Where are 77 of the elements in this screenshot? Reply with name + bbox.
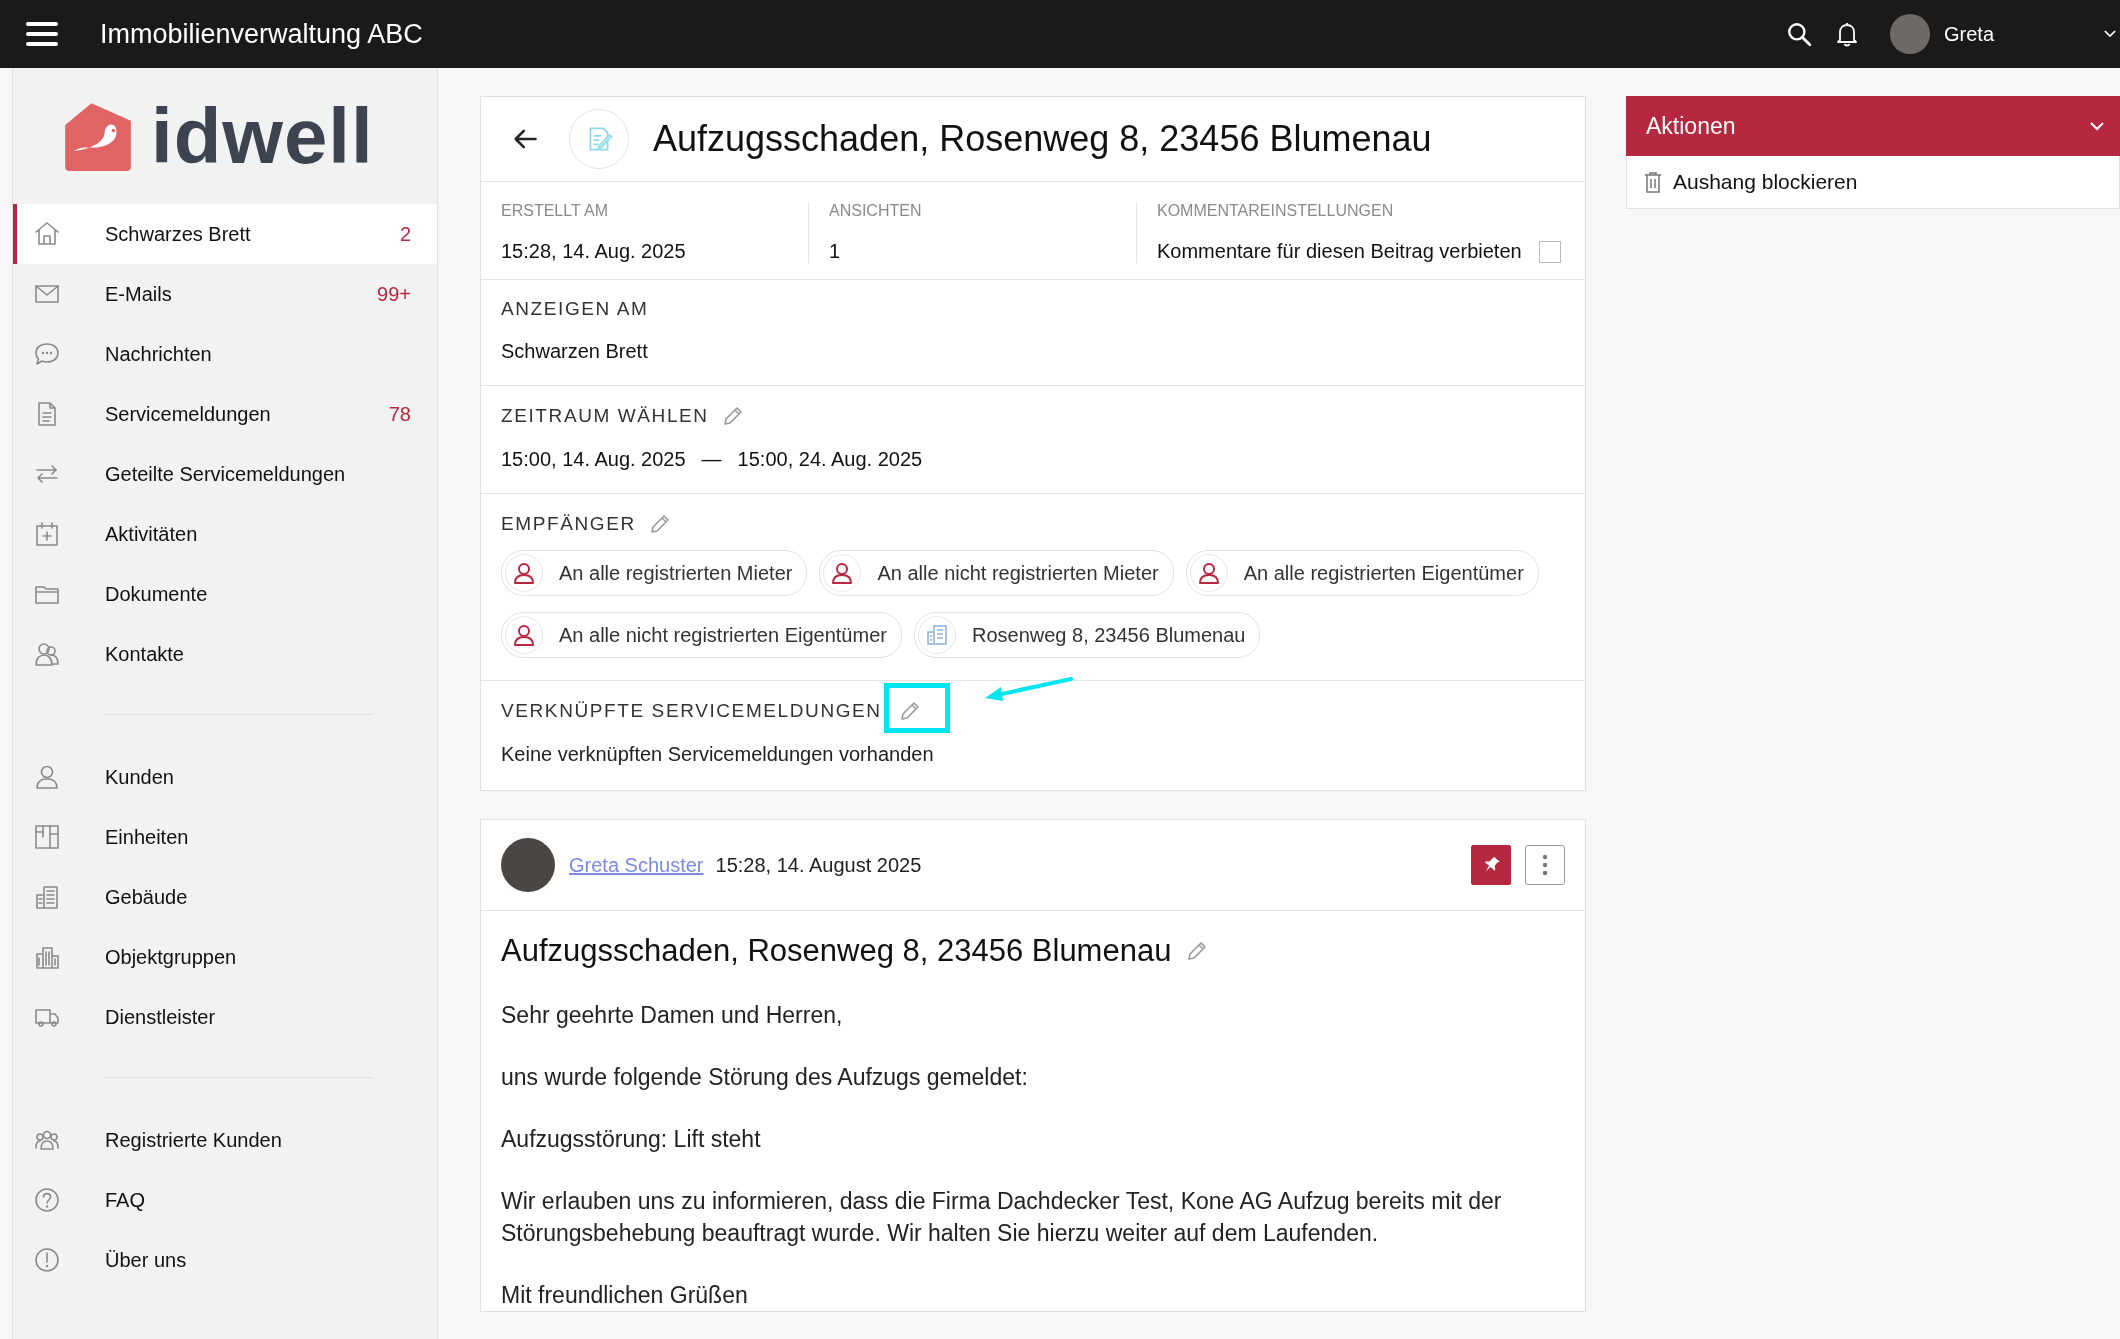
highlight-box <box>883 683 950 733</box>
building-icon <box>924 623 949 647</box>
sidebar-item[interactable]: Nachrichten <box>13 324 437 384</box>
recipient-chip: An alle nicht registrierten Eigentümer <box>501 612 902 658</box>
post-time: 15:28, 14. August 2025 <box>715 853 922 877</box>
post-paragraph: Mit freundlichen Grüßen <box>501 1281 749 1310</box>
sidebar-item[interactable]: Objektgruppen <box>13 927 437 987</box>
more-vertical-icon <box>1542 853 1548 877</box>
section-value: Schwarzen Brett <box>501 340 649 363</box>
meta-value: 15:28, 14. Aug. 2025 <box>501 240 687 263</box>
person-icon <box>512 623 536 647</box>
calendar-plus-icon <box>33 520 61 548</box>
empty-state-text: Keine verknüpften Servicemeldungen vorhanden <box>501 743 935 766</box>
meta-label: KOMMENTAREINSTELLUNGEN <box>1157 202 1395 220</box>
meta-label: ANSICHTEN <box>829 202 923 220</box>
trash-icon <box>1643 171 1663 193</box>
sidebar-item[interactable]: Registrierte Kunden <box>13 1110 437 1170</box>
checkbox[interactable] <box>1539 240 1561 263</box>
more-options-button[interactable] <box>1525 845 1565 885</box>
person-icon <box>512 561 536 585</box>
bell-icon[interactable] <box>1834 21 1860 47</box>
house-icon <box>33 220 61 248</box>
bird-house-logo-icon <box>63 101 133 171</box>
author-avatar <box>501 838 555 892</box>
post-heading: Aufzugsschaden, Rosenweg 8, 23456 Blumenau <box>501 933 1172 969</box>
sidebar-item[interactable]: Einheiten <box>13 807 437 867</box>
recipient-chip: An alle nicht registrierten Mieter <box>819 550 1174 596</box>
search-icon[interactable] <box>1786 21 1812 47</box>
person-icon <box>830 561 855 585</box>
recipient-chip: An alle registrierten Mieter <box>501 550 808 596</box>
sidebar-item[interactable]: Schwarzes Brett 2 <box>13 204 437 264</box>
menu-icon[interactable] <box>26 21 58 47</box>
post-paragraph: Sehr geehrte Damen und Herren, <box>501 1001 844 1030</box>
action-item[interactable]: Aushang blockieren <box>1626 156 2120 209</box>
period-start: 15:00, 14. Aug. 2025 <box>501 448 686 471</box>
sidebar-item[interactable]: FAQ <box>13 1170 437 1230</box>
actions-header[interactable]: Aktionen <box>1626 96 2120 156</box>
building-icon <box>33 883 61 911</box>
question-icon <box>33 1186 61 1214</box>
post-paragraph: Aufzugsstörung: Lift steht <box>501 1125 762 1154</box>
user-name[interactable]: Greta <box>1944 22 2104 46</box>
pin-button[interactable] <box>1471 845 1511 885</box>
floor-plan-icon <box>33 823 61 851</box>
exclamation-icon <box>33 1246 61 1274</box>
period-end: 15:00, 24. Aug. 2025 <box>737 448 923 471</box>
period-separator: — <box>701 448 722 471</box>
chevron-down-icon[interactable] <box>2104 30 2116 38</box>
sidebar-item[interactable]: Aktivitäten <box>13 504 437 564</box>
sidebar-item[interactable]: Gebäude <box>13 867 437 927</box>
speech-bubble-icon <box>33 340 61 368</box>
section-label: ZEITRAUM WÄHLEN <box>501 405 709 427</box>
sidebar-item[interactable]: E-Mails 99+ <box>13 264 437 324</box>
user-avatar[interactable] <box>1890 14 1930 54</box>
sidebar-item[interactable]: Kontakte <box>13 624 437 684</box>
recipient-chip: An alle registrierten Eigentümer <box>1185 550 1539 596</box>
sidebar-item[interactable]: Servicemeldungen 78 <box>13 384 437 444</box>
section-label: EMPFÄNGER <box>501 513 636 535</box>
sidebar-item[interactable]: Kunden <box>13 747 437 807</box>
sidebar-item[interactable]: Dienstleister <box>13 987 437 1047</box>
people-icon <box>33 640 61 668</box>
meta-label: ERSTELLT AM <box>501 202 609 220</box>
sidebar-item[interactable]: Über uns <box>13 1230 437 1290</box>
sidebar-item[interactable]: Dokumente <box>13 564 437 624</box>
person-icon <box>1196 561 1221 585</box>
checkbox-label: Kommentare für diesen Beitrag verbieten <box>1157 240 1522 263</box>
section-label: ANZEIGEN AM <box>501 298 650 320</box>
post-paragraph: uns wurde folgende Störung des Aufzugs gemeldet: <box>501 1063 1029 1092</box>
sidebar-item[interactable]: Geteilte Servicemeldungen <box>13 444 437 504</box>
person-icon <box>33 763 61 791</box>
post-title: Aufzugsschaden, Rosenweg 8, 23456 Blumenau <box>653 118 1432 160</box>
app-title: Immobilienverwaltung ABC <box>100 18 423 50</box>
logo-text: idwell <box>151 90 374 182</box>
chevron-down-icon[interactable] <box>2090 121 2104 131</box>
recipient-chip: Rosenweg 8, 23456 Blumenau <box>913 612 1261 658</box>
section-label: VERKNÜPFTE SERVICEMELDUNGEN <box>501 700 882 722</box>
post-paragraph: Wir erlauben uns zu informieren, dass die Firma Dachdecker Test, Kone AG Aufzug bereits mit der Störungsbehebung beauftragt wurde. Wir halten Sie hierzu weiter auf dem Laufenden. <box>501 1187 1503 1248</box>
meta-value: 1 <box>829 240 842 263</box>
